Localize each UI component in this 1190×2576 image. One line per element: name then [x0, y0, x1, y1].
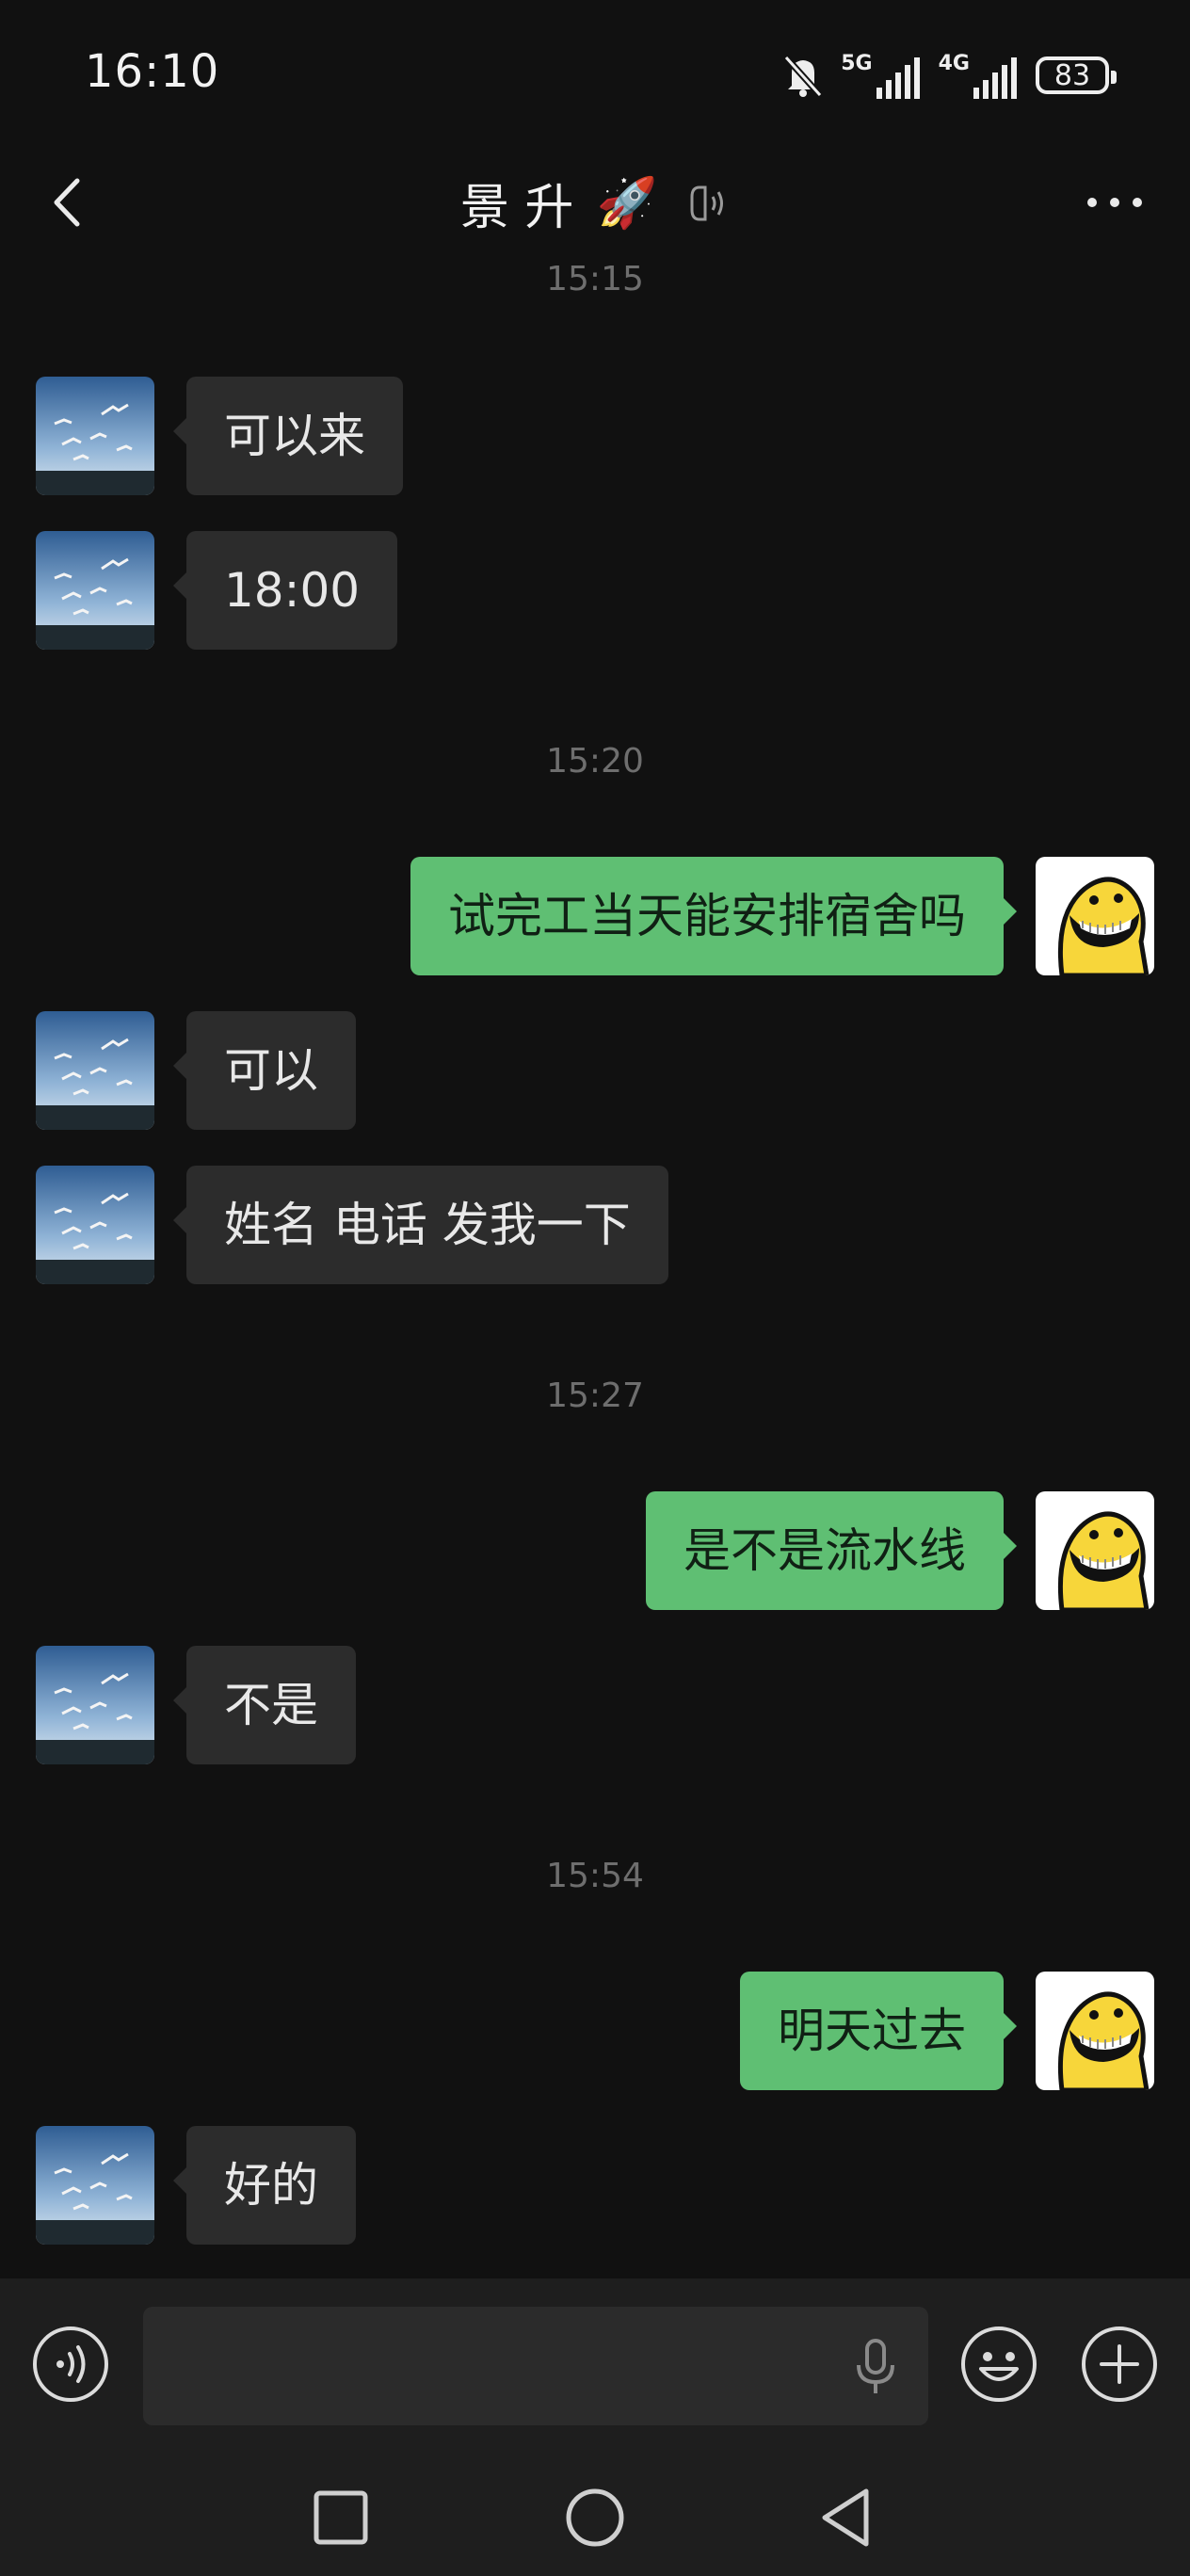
status-icons: 5G 4G 83: [784, 49, 1117, 102]
message-row: 明天过去: [0, 1972, 1190, 2090]
outgoing-message[interactable]: 试完工当天能安排宿舍吗: [410, 857, 1017, 975]
input-bar: [0, 2278, 1190, 2457]
incoming-message[interactable]: 姓名 电话 发我一下: [173, 1166, 668, 1284]
my-avatar[interactable]: [1036, 1491, 1154, 1610]
earpiece-mode-icon: [690, 185, 724, 220]
timestamp: 15:20: [546, 742, 644, 781]
timestamp: 15:27: [546, 1377, 644, 1415]
chat-title: 景 升 🚀: [0, 168, 1190, 238]
message-row: 试完工当天能安排宿舍吗: [0, 857, 1190, 975]
chat-header: 景 升 🚀: [0, 141, 1190, 264]
message-row: 不是: [0, 1646, 1190, 1764]
my-avatar[interactable]: [1036, 857, 1154, 975]
battery-indicator: 83: [1036, 56, 1117, 94]
contact-avatar[interactable]: [36, 1011, 154, 1130]
voice-input-toggle-icon[interactable]: [30, 2324, 111, 2405]
message-row: 可以来: [0, 377, 1190, 495]
message-input[interactable]: [143, 2307, 928, 2425]
more-options-icon[interactable]: [1077, 179, 1152, 226]
incoming-message[interactable]: 可以: [173, 1011, 356, 1130]
message-row: 是不是流水线: [0, 1491, 1190, 1610]
contact-avatar[interactable]: [36, 377, 154, 495]
add-attachment-icon[interactable]: [1079, 2324, 1160, 2405]
message-row: 可以: [0, 1011, 1190, 1130]
microphone-icon[interactable]: [847, 2337, 904, 2397]
contact-avatar[interactable]: [36, 531, 154, 650]
rocket-emoji: 🚀: [596, 175, 658, 232]
contact-name: 景 升: [459, 180, 574, 236]
status-time: 16:10: [85, 45, 220, 98]
outgoing-message[interactable]: 是不是流水线: [646, 1491, 1017, 1610]
system-nav-bar: [0, 2457, 1190, 2576]
recent-apps-square-icon[interactable]: [303, 2480, 378, 2555]
signal-5g-icon: 5G: [841, 52, 920, 99]
status-bar: 16:10 5G 4G 83: [0, 0, 1190, 141]
message-list[interactable]: 15:15 可以来 18:00 15:20 试完工当天能安排宿舍吗 可以 姓名 …: [0, 264, 1190, 2278]
timestamp: 15:15: [546, 264, 644, 298]
incoming-message[interactable]: 可以来: [173, 377, 403, 495]
emoji-icon[interactable]: [958, 2324, 1039, 2405]
message-row: 姓名 电话 发我一下: [0, 1166, 1190, 1284]
mute-bell-icon: [784, 55, 823, 97]
message-row: 好的: [0, 2126, 1190, 2245]
incoming-message[interactable]: 18:00: [172, 531, 398, 650]
my-avatar[interactable]: [1036, 1972, 1154, 2090]
contact-avatar[interactable]: [36, 1646, 154, 1764]
contact-avatar[interactable]: [36, 2126, 154, 2245]
timestamp: 15:54: [546, 1857, 644, 1895]
back-triangle-icon[interactable]: [810, 2480, 885, 2555]
incoming-message[interactable]: 不是: [173, 1646, 356, 1764]
message-row: 18:00: [0, 531, 1190, 650]
signal-4g-icon: 4G: [939, 52, 1017, 99]
contact-avatar[interactable]: [36, 1166, 154, 1284]
incoming-message[interactable]: 好的: [173, 2126, 356, 2245]
home-circle-icon[interactable]: [557, 2480, 633, 2555]
outgoing-message[interactable]: 明天过去: [740, 1972, 1017, 2090]
